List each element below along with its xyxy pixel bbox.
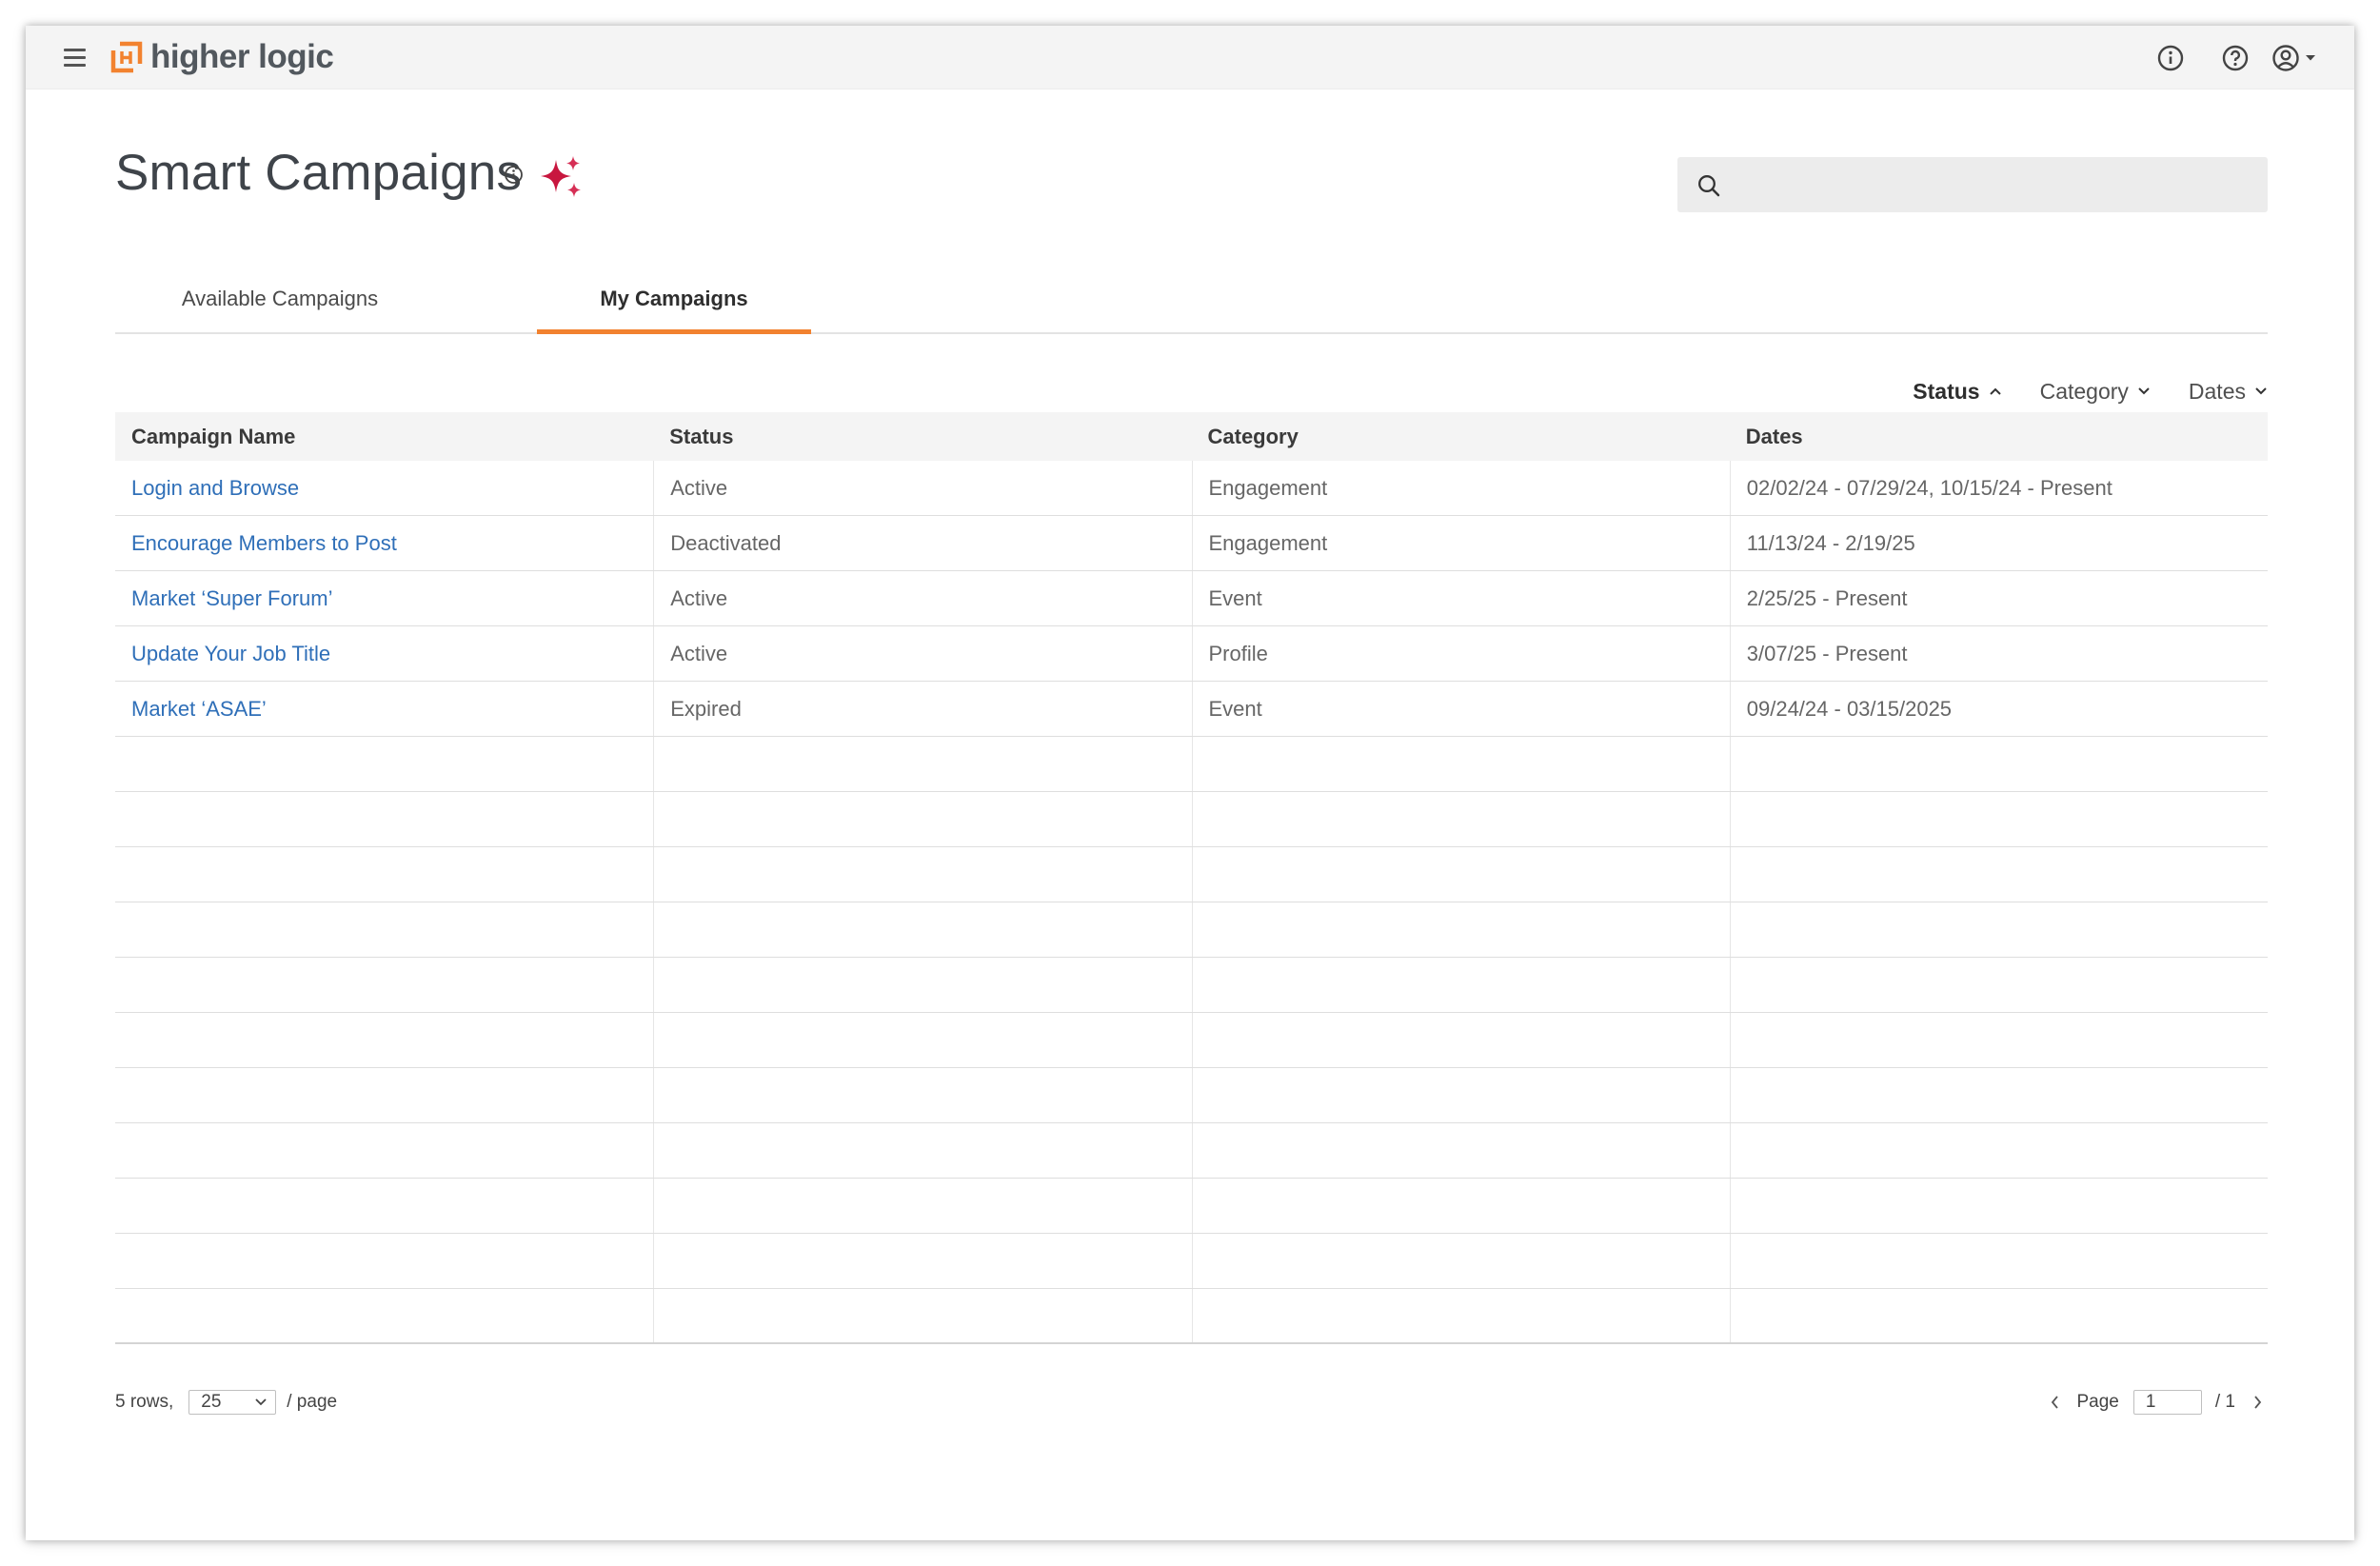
page-title: Smart Campaigns	[115, 145, 523, 201]
page-label: Page	[2076, 1392, 2119, 1412]
dates-cell: 02/02/24 - 07/29/24, 10/15/24 - Present	[1729, 461, 2268, 515]
filter-dates[interactable]: Dates	[2189, 379, 2268, 405]
table-row[interactable]: Market ‘Super Forum’ Active Event 2/25/2…	[115, 571, 2268, 626]
caret-down-icon	[2306, 55, 2315, 61]
tab-available-campaigns[interactable]: Available Campaigns	[115, 271, 445, 332]
per-page-select[interactable]: 25	[188, 1390, 277, 1415]
campaign-name-link[interactable]: Encourage Members to Post	[115, 516, 653, 570]
chevron-left-icon	[2051, 1396, 2058, 1409]
higher-logic-logo-icon	[110, 41, 143, 73]
row-count: 5 rows,	[115, 1392, 174, 1412]
next-page-button[interactable]	[2249, 1393, 2268, 1412]
empty-row	[115, 958, 2268, 1013]
filter-bar: Status Category Dates	[1874, 375, 2268, 407]
dates-cell: 09/24/24 - 03/15/2025	[1729, 682, 2268, 736]
per-page-value: 25	[201, 1392, 222, 1412]
tab-my-campaigns[interactable]: My Campaigns	[537, 271, 811, 334]
filter-category[interactable]: Category	[2040, 379, 2151, 405]
status-cell: Deactivated	[653, 516, 1191, 570]
category-cell: Profile	[1191, 626, 1730, 681]
campaign-tabs: Available Campaigns My Campaigns	[115, 271, 2268, 334]
empty-row	[115, 1234, 2268, 1289]
user-account-icon	[2272, 45, 2299, 71]
dates-cell: 2/25/25 - Present	[1729, 571, 2268, 625]
table-row[interactable]: Update Your Job Title Active Profile 3/0…	[115, 626, 2268, 682]
status-cell: Active	[653, 571, 1191, 625]
campaign-name-link[interactable]: Market ‘ASAE’	[115, 682, 653, 736]
campaign-name-link[interactable]: Market ‘Super Forum’	[115, 571, 653, 625]
pagination: Page / 1	[2045, 1387, 2269, 1417]
empty-row	[115, 902, 2268, 958]
chevron-down-icon	[2138, 387, 2150, 395]
per-page-suffix: / page	[287, 1392, 338, 1412]
filter-dates-label: Dates	[2188, 378, 2246, 404]
category-cell: Engagement	[1191, 461, 1730, 515]
status-cell: Active	[653, 626, 1191, 681]
empty-row	[115, 1068, 2268, 1123]
campaigns-table: Campaign Name Status Category Dates Logi…	[115, 412, 2268, 1344]
category-cell: Event	[1191, 682, 1730, 736]
title-info-icon[interactable]	[503, 164, 525, 186]
empty-row	[115, 847, 2268, 902]
empty-row	[115, 1123, 2268, 1179]
dates-cell: 3/07/25 - Present	[1729, 626, 2268, 681]
campaign-name-link[interactable]: Login and Browse	[115, 461, 653, 515]
help-icon[interactable]	[2221, 44, 2250, 72]
chevron-up-icon	[1989, 387, 2001, 395]
info-icon[interactable]	[2156, 44, 2185, 72]
empty-row	[115, 792, 2268, 847]
empty-row	[115, 737, 2268, 792]
chevron-down-icon	[2255, 387, 2267, 395]
user-account-menu[interactable]	[2271, 43, 2320, 73]
table-row[interactable]: Market ‘ASAE’ Expired Event 09/24/24 - 0…	[115, 682, 2268, 737]
top-bar: higher logic	[26, 26, 2354, 89]
column-header-dates[interactable]: Dates	[1730, 412, 2268, 461]
dates-cell: 11/13/24 - 2/19/25	[1729, 516, 2268, 570]
empty-row	[115, 1013, 2268, 1068]
table-row[interactable]: Encourage Members to Post Deactivated En…	[115, 516, 2268, 571]
brand-logo[interactable]: higher logic	[110, 37, 334, 77]
chevron-right-icon	[2254, 1396, 2262, 1409]
column-header-campaign-name[interactable]: Campaign Name	[115, 412, 653, 461]
filter-status-label: Status	[1913, 378, 1980, 404]
previous-page-button[interactable]	[2045, 1393, 2064, 1412]
campaign-name-link[interactable]: Update Your Job Title	[115, 626, 653, 681]
search-box[interactable]	[1677, 157, 2268, 214]
column-header-category[interactable]: Category	[1192, 412, 1730, 461]
app-window: higher logic Smart Campaigns Available C…	[26, 26, 2354, 1540]
status-cell: Expired	[653, 682, 1191, 736]
rows-per-page: 5 rows, 25 / page	[115, 1387, 337, 1417]
filter-category-label: Category	[2039, 378, 2129, 404]
ai-sparkle-icon	[541, 156, 581, 197]
empty-row	[115, 1289, 2268, 1344]
page-total: / 1	[2214, 1392, 2235, 1412]
brand-name: higher logic	[150, 38, 334, 75]
chevron-down-icon	[255, 1398, 267, 1406]
filter-status[interactable]: Status	[1913, 379, 2001, 405]
search-icon	[1698, 175, 1720, 197]
column-header-status[interactable]: Status	[653, 412, 1191, 461]
search-input[interactable]	[1736, 157, 2254, 214]
table-header: Campaign Name Status Category Dates	[115, 412, 2268, 461]
table-row[interactable]: Login and Browse Active Engagement 02/02…	[115, 461, 2268, 516]
menu-icon[interactable]	[62, 46, 89, 69]
page-number-input[interactable]	[2132, 1390, 2202, 1415]
category-cell: Engagement	[1191, 516, 1730, 570]
category-cell: Event	[1191, 571, 1730, 625]
empty-row	[115, 1179, 2268, 1234]
status-cell: Active	[653, 461, 1191, 515]
